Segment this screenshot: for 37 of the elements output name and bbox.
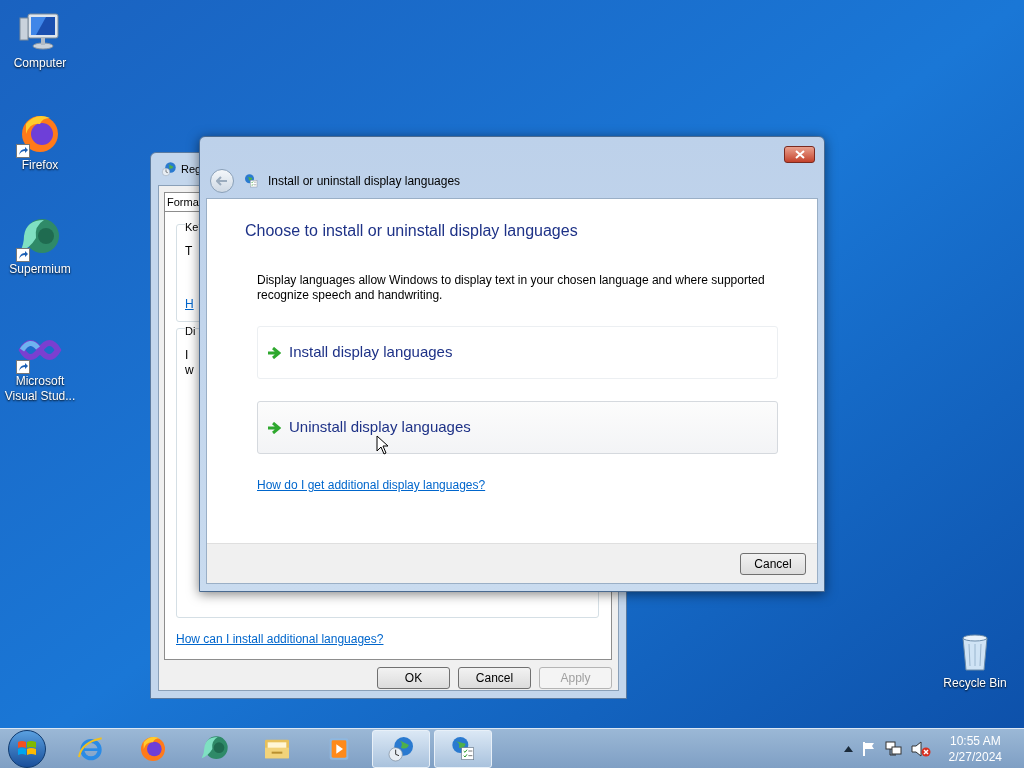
desktop-icon-label[interactable]: Supermium bbox=[2, 262, 78, 277]
start-button[interactable] bbox=[8, 729, 46, 768]
group-text: T bbox=[185, 243, 193, 259]
help-link[interactable]: How do I get additional display languages? bbox=[257, 476, 486, 494]
arrow-icon bbox=[267, 421, 281, 434]
command-link[interactable]: Uninstall display languages bbox=[257, 401, 778, 454]
tab[interactable]: Forma bbox=[164, 192, 202, 211]
globe-icon bbox=[160, 160, 178, 178]
window-title: Install or uninstall display languages bbox=[268, 172, 461, 190]
taskbar-button[interactable] bbox=[372, 729, 430, 768]
flag-icon[interactable] bbox=[860, 740, 877, 757]
windows-logo-icon bbox=[17, 739, 37, 758]
cancel-button[interactable]: Cancel bbox=[740, 552, 806, 575]
language-icon bbox=[242, 171, 260, 190]
command-link[interactable]: Install display languages bbox=[257, 326, 778, 379]
group-text: w bbox=[185, 362, 194, 378]
speaker-muted-icon[interactable] bbox=[910, 740, 931, 757]
network-icon[interactable] bbox=[884, 740, 903, 757]
desktop-icon-label[interactable]: Computer bbox=[2, 56, 78, 71]
mouse-cursor-icon bbox=[376, 435, 390, 455]
desktop-icon-label[interactable]: Microsoft Visual Stud... bbox=[2, 374, 78, 404]
show-hidden-icons-icon[interactable] bbox=[843, 745, 853, 752]
arrow-icon bbox=[267, 346, 281, 359]
desktop-icon-label[interactable]: Recycle Bin bbox=[943, 676, 1007, 691]
dialog-button[interactable]: Cancel bbox=[458, 667, 531, 689]
desktop-icon-label[interactable]: Firefox bbox=[2, 158, 78, 173]
close-icon bbox=[794, 150, 805, 159]
back-arrow-icon bbox=[216, 175, 228, 186]
install-languages-link[interactable]: How can I install additional languages? bbox=[176, 630, 384, 648]
page-heading: Choose to install or uninstall display languages bbox=[245, 221, 579, 241]
dialog-button[interactable]: OK bbox=[377, 667, 450, 689]
group-text: I bbox=[185, 347, 189, 363]
taskbar-button[interactable] bbox=[434, 729, 492, 768]
help-link[interactable]: H bbox=[185, 294, 194, 313]
close-button[interactable] bbox=[784, 146, 815, 163]
description-text: Display languages allow Windows to display text in your chosen language and where supported recognize speech and handwriting. bbox=[257, 273, 766, 303]
back-button[interactable] bbox=[210, 168, 234, 193]
